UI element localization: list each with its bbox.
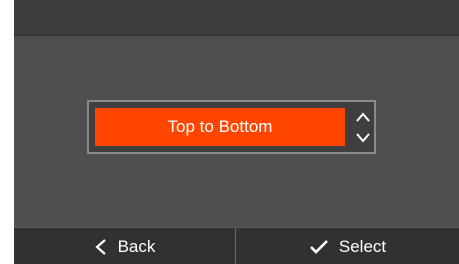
chevron-down-icon: [355, 132, 371, 144]
title-bar: [14, 0, 459, 36]
scroll-up-button[interactable]: [353, 108, 373, 126]
back-label: Back: [117, 236, 156, 256]
chevron-up-icon: [355, 111, 371, 123]
select-button[interactable]: Select: [235, 228, 459, 264]
chevron-left-icon: [94, 238, 118, 256]
selected-option[interactable]: Top to Bottom: [95, 108, 345, 146]
option-selector: Top to Bottom: [87, 100, 376, 154]
device-screen: Top to Bottom Back Select: [14, 0, 459, 264]
content-area: Top to Bottom: [14, 36, 459, 227]
checkmark-icon: [309, 239, 339, 255]
select-label: Select: [338, 236, 387, 256]
back-button[interactable]: Back: [14, 228, 235, 264]
bottom-bar: Back Select: [14, 227, 459, 264]
scroll-down-button[interactable]: [353, 129, 373, 147]
